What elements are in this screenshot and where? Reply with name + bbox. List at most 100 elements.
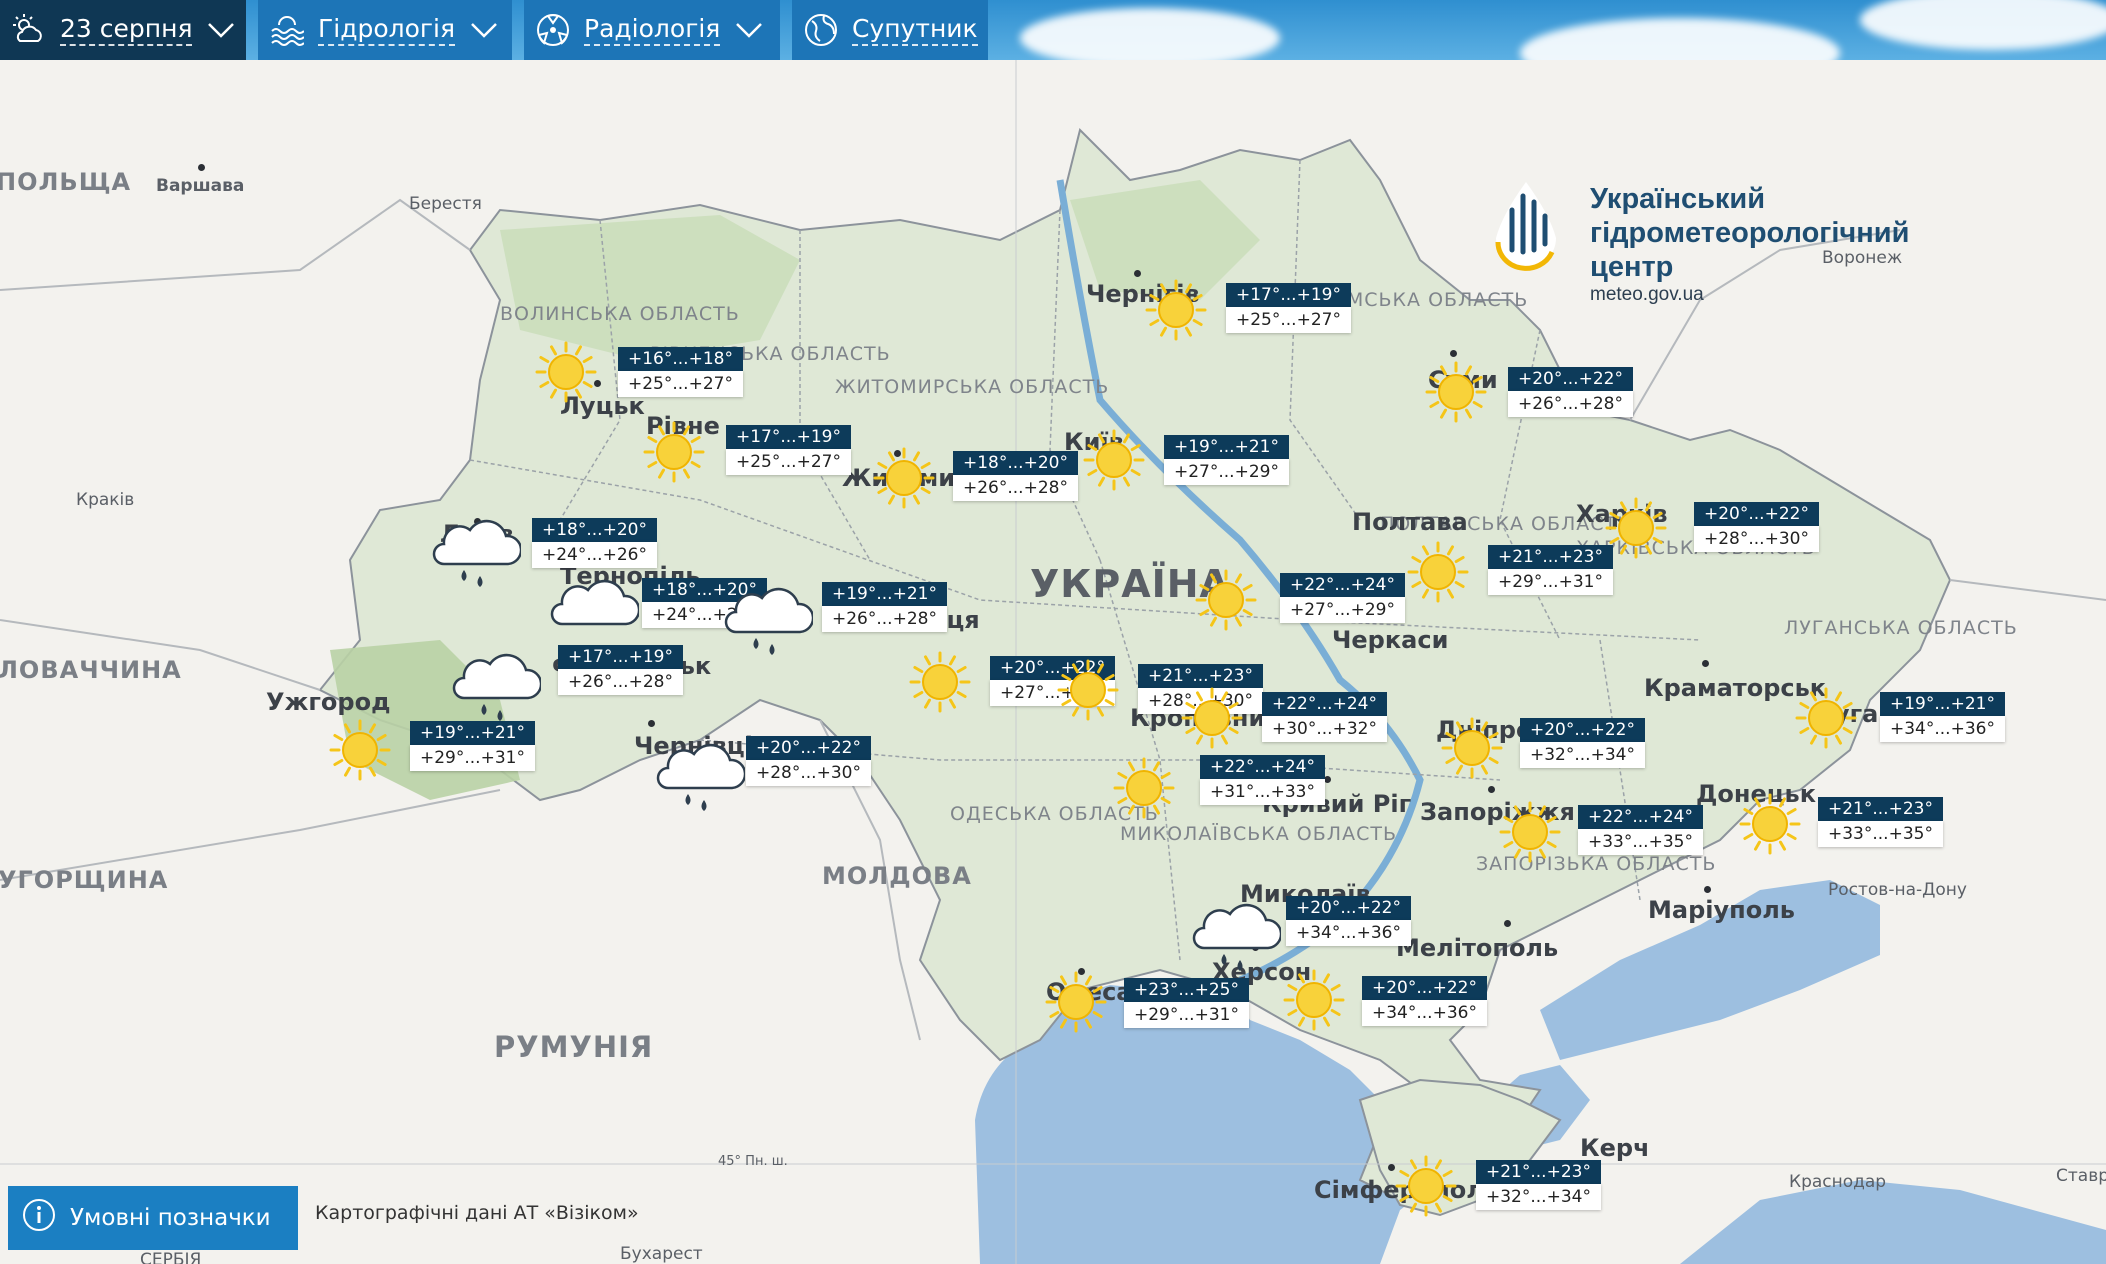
sun-icon[interactable] bbox=[1427, 703, 1517, 797]
legend-button[interactable]: Умовні позначки bbox=[8, 1186, 298, 1250]
night-temperature: +22°...+24° bbox=[1280, 573, 1405, 597]
sun-icon[interactable] bbox=[315, 705, 405, 799]
tab-satellite-label: Супутник bbox=[852, 14, 978, 46]
forecast-box[interactable]: +17°...+19° +25°...+27° bbox=[1226, 283, 1351, 333]
forecast-box[interactable]: +20°...+22° +34°...+36° bbox=[1286, 896, 1411, 946]
chevron-down-icon bbox=[206, 15, 236, 45]
sun-icon[interactable] bbox=[1485, 787, 1575, 881]
forecast-box[interactable]: +19°...+21° +27°...+29° bbox=[1164, 435, 1289, 485]
day-temperature: +27°...+29° bbox=[1164, 459, 1289, 485]
night-temperature: +19°...+21° bbox=[822, 582, 947, 606]
forecast-box[interactable]: +20°...+22° +34°...+36° bbox=[1362, 976, 1487, 1026]
region-label-sumy: СУМСЬКА ОБЛАСТЬ bbox=[1320, 289, 1529, 311]
tab-satellite[interactable]: Супутник bbox=[792, 0, 988, 60]
sun-icon[interactable] bbox=[1181, 555, 1271, 649]
forecast-box[interactable]: +19°...+21° +26°...+28° bbox=[822, 582, 947, 632]
cloud-rain-icon[interactable] bbox=[723, 567, 815, 661]
sun-icon[interactable] bbox=[859, 433, 949, 527]
city-dot bbox=[1704, 886, 1711, 893]
city-label-brest: Берестя bbox=[409, 194, 482, 214]
sun-icon[interactable] bbox=[1591, 483, 1681, 577]
org-name-line: гідрометеорологічний bbox=[1590, 217, 1910, 249]
forecast-box[interactable]: +21°...+23° +32°...+34° bbox=[1476, 1160, 1601, 1210]
city-dot bbox=[648, 720, 655, 727]
forecast-box[interactable]: +20°...+22° +28°...+30° bbox=[746, 736, 871, 786]
weather-map[interactable]: Український гідрометеорологічний центр m… bbox=[0, 60, 2106, 1264]
forecast-box[interactable]: +18°...+20° +26°...+28° bbox=[953, 451, 1078, 501]
forecast-box[interactable]: +20°...+22° +26°...+28° bbox=[1508, 367, 1633, 417]
night-temperature: +16°...+18° bbox=[618, 347, 743, 371]
date-label: 23 серпня bbox=[60, 14, 193, 46]
cloud-rain-icon[interactable] bbox=[431, 499, 523, 593]
day-temperature: +34°...+36° bbox=[1880, 716, 2005, 742]
sun-icon[interactable] bbox=[1069, 415, 1159, 509]
tab-hydrology[interactable]: Гідрологія bbox=[258, 0, 512, 60]
forecast-box[interactable]: +21°...+23° +33°...+35° bbox=[1818, 797, 1943, 847]
ukrhydrometcenter-logo[interactable]: Український гідрометеорологічний центр m… bbox=[1490, 180, 1909, 305]
night-temperature: +20°...+22° bbox=[746, 736, 871, 760]
forecast-box[interactable]: +17°...+19° +25°...+27° bbox=[726, 425, 851, 475]
date-selector[interactable]: 23 серпня bbox=[0, 0, 246, 60]
sun-icon[interactable] bbox=[1725, 779, 1815, 873]
night-temperature: +20°...+22° bbox=[1362, 976, 1487, 1000]
city-label-bucharest: Бухарест bbox=[620, 1244, 703, 1264]
forecast-box[interactable]: +22°...+24° +31°...+33° bbox=[1200, 755, 1325, 805]
sun-icon[interactable] bbox=[1381, 1141, 1471, 1235]
night-temperature: +19°...+21° bbox=[1164, 435, 1289, 459]
forecast-box[interactable]: +22°...+24° +30°...+32° bbox=[1262, 692, 1387, 742]
city-dot bbox=[1324, 776, 1331, 783]
sky-cloud bbox=[1860, 0, 2106, 50]
sun-icon[interactable] bbox=[1393, 527, 1483, 621]
sun-icon[interactable] bbox=[1031, 957, 1121, 1051]
forecast-box[interactable]: +20°...+22° +28°...+30° bbox=[1694, 502, 1819, 552]
globe-icon bbox=[804, 13, 838, 47]
tab-hydrology-label: Гідрологія bbox=[318, 14, 456, 46]
day-temperature: +34°...+36° bbox=[1362, 1000, 1487, 1026]
night-temperature: +17°...+19° bbox=[558, 645, 683, 669]
sun-icon[interactable] bbox=[1411, 347, 1501, 441]
forecast-box[interactable]: +17°...+19° +26°...+28° bbox=[558, 645, 683, 695]
day-temperature: +30°...+32° bbox=[1262, 716, 1387, 742]
region-label-volyn: ВОЛИНСЬКА ОБЛАСТЬ bbox=[500, 303, 740, 325]
chevron-down-icon bbox=[469, 15, 499, 45]
city-label-mariupol: Маріуполь bbox=[1648, 896, 1795, 924]
sun-icon[interactable] bbox=[1043, 645, 1133, 739]
forecast-box[interactable]: +20°...+22° +32°...+34° bbox=[1520, 718, 1645, 768]
day-temperature: +25°...+27° bbox=[618, 371, 743, 397]
forecast-box[interactable]: +16°...+18° +25°...+27° bbox=[618, 347, 743, 397]
cloud-icon[interactable] bbox=[549, 559, 641, 653]
cloud-rain-icon[interactable] bbox=[451, 633, 543, 727]
sky-cloud bbox=[1020, 8, 1280, 60]
night-temperature: +19°...+21° bbox=[410, 721, 535, 745]
sun-icon[interactable] bbox=[1269, 955, 1359, 1049]
city-label-kerch: Керч bbox=[1580, 1134, 1650, 1162]
tab-radiology[interactable]: Радіологія bbox=[524, 0, 780, 60]
cloud-rain-icon[interactable] bbox=[1191, 883, 1283, 977]
sun-icon[interactable] bbox=[629, 407, 719, 501]
sun-icon[interactable] bbox=[1781, 673, 1871, 767]
sun-icon[interactable] bbox=[1099, 743, 1189, 837]
night-temperature: +20°...+22° bbox=[1286, 896, 1411, 920]
sun-icon[interactable] bbox=[1131, 265, 1221, 359]
day-temperature: +33°...+35° bbox=[1818, 821, 1943, 847]
forecast-box[interactable]: +23°...+25° +29°...+31° bbox=[1124, 978, 1249, 1028]
city-label-krasnodar: Краснодар bbox=[1789, 1172, 1887, 1192]
forecast-box[interactable]: +19°...+21° +29°...+31° bbox=[410, 721, 535, 771]
city-label-melitopol: Мелітополь bbox=[1396, 934, 1559, 962]
day-temperature: +26°...+28° bbox=[1508, 391, 1633, 417]
city-label-rostov: Ростов-на-Дону bbox=[1828, 880, 1967, 900]
forecast-box[interactable]: +22°...+24° +27°...+29° bbox=[1280, 573, 1405, 623]
night-temperature: +23°...+25° bbox=[1124, 978, 1249, 1002]
latitude-label: 45° Пн. ш. bbox=[718, 1154, 788, 1169]
country-label-moldova: МОЛДОВА bbox=[822, 862, 972, 890]
sun-icon[interactable] bbox=[521, 327, 611, 421]
sun-icon[interactable] bbox=[895, 637, 985, 731]
day-temperature: +32°...+34° bbox=[1520, 742, 1645, 768]
legend-label: Умовні позначки bbox=[70, 1205, 271, 1231]
cloud-rain-icon[interactable] bbox=[655, 723, 747, 817]
forecast-box[interactable]: +22°...+24° +33°...+35° bbox=[1578, 805, 1703, 855]
night-temperature: +20°...+22° bbox=[1508, 367, 1633, 391]
site-url[interactable]: meteo.gov.ua bbox=[1590, 284, 1704, 306]
forecast-box[interactable]: +19°...+21° +34°...+36° bbox=[1880, 692, 2005, 742]
top-navigation-bar: 23 серпня Гідрологія Радіологія Супутник bbox=[0, 0, 2106, 60]
